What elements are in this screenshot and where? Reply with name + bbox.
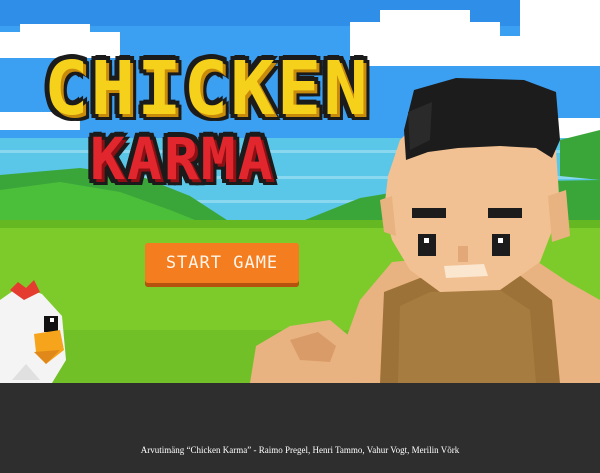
title-karma: KARMA [90,125,275,193]
title-chicken: CHICKEN [44,46,370,132]
footer [0,383,600,473]
credits-text: Arvutimäng “Chicken Karma” - Raimo Prege… [140,445,460,455]
game-canvas[interactable]: CHICKEN KARMA START GAME [0,0,600,383]
start-game-button[interactable]: START GAME [145,243,299,283]
